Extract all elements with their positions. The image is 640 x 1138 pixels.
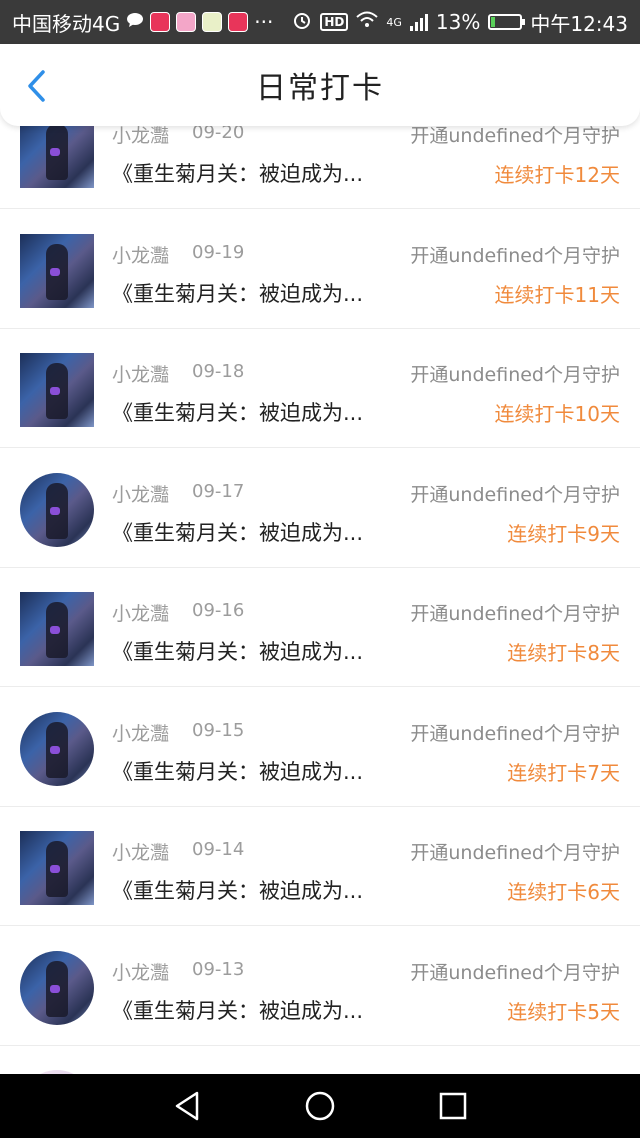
clock-label: 中午12:43 <box>530 11 628 36</box>
checkin-date: 09-13 <box>192 959 245 980</box>
list-item[interactable]: 小龙灩 09-13 开通undefined个月守护 《重生菊月关：被迫成为...… <box>0 927 640 1046</box>
hd-icon: HD <box>320 13 349 31</box>
status-right: HD 4G 13% 中午12:43 <box>292 8 628 37</box>
username: 小龙灩 <box>112 364 170 386</box>
network-type-label: 4G <box>386 15 402 29</box>
streak-count: 连续打卡6天 <box>507 880 620 904</box>
guard-status: 开通undefined个月守护 <box>410 962 620 984</box>
streak-count: 连续打卡8天 <box>507 641 620 665</box>
nav-home-button[interactable] <box>300 1086 340 1126</box>
avatar[interactable] <box>20 353 94 427</box>
avatar[interactable] <box>20 831 94 905</box>
checkin-date: 09-17 <box>192 481 245 502</box>
app-notification-icon <box>202 12 223 32</box>
guard-status: 开通undefined个月守护 <box>410 245 620 267</box>
book-title: 《重生菊月关：被迫成为... <box>112 282 364 306</box>
page-title: 日常打卡 <box>256 71 384 106</box>
triangle-back-icon <box>175 1091 198 1121</box>
divider <box>0 447 640 448</box>
username: 小龙灩 <box>112 484 170 506</box>
guard-status: 开通undefined个月守护 <box>410 723 620 745</box>
checkin-date: 09-16 <box>192 600 245 621</box>
avatar[interactable] <box>20 592 94 666</box>
wifi-icon <box>356 10 379 34</box>
chat-bubble-icon <box>126 12 144 33</box>
username: 小龙灩 <box>112 603 170 625</box>
username: 小龙灩 <box>112 723 170 745</box>
nav-back-button[interactable] <box>167 1086 207 1126</box>
guard-status: 开通undefined个月守护 <box>410 603 620 625</box>
list-item[interactable]: 小龙灩 09-19 开通undefined个月守护 《重生菊月关：被迫成为...… <box>0 210 640 329</box>
book-title: 《重生菊月关：被迫成为... <box>112 760 364 784</box>
app-notification-icon <box>228 12 249 32</box>
circle-home-icon <box>305 1091 335 1121</box>
streak-count: 连续打卡11天 <box>494 283 620 307</box>
more-notifications-icon: ··· <box>254 10 274 34</box>
app-notification-icon <box>150 12 171 32</box>
avatar[interactable] <box>20 473 94 547</box>
checkin-date: 09-15 <box>192 720 245 741</box>
guard-status: 开通undefined个月守护 <box>410 484 620 506</box>
list-item[interactable]: 小龙灩 09-18 开通undefined个月守护 《重生菊月关：被迫成为...… <box>0 329 640 448</box>
guard-status: 开通undefined个月守护 <box>410 364 620 386</box>
book-title: 《重生菊月关：被迫成为... <box>112 162 364 186</box>
book-title: 《重生菊月关：被迫成为... <box>112 401 364 425</box>
checkin-list[interactable]: 小龙灩 09-20 开通undefined个月守护 《重生菊月关：被迫成为...… <box>0 90 640 1074</box>
signal-icon <box>409 13 428 31</box>
list-item[interactable]: 小龙灩 09-17 开通undefined个月守护 《重生菊月关：被迫成为...… <box>0 449 640 568</box>
back-button[interactable] <box>18 66 54 106</box>
checkin-date: 09-18 <box>192 361 245 382</box>
streak-count: 连续打卡12天 <box>494 163 620 187</box>
streak-count: 连续打卡9天 <box>507 522 620 546</box>
book-title: 《重生菊月关：被迫成为... <box>112 640 364 664</box>
checkin-date: 09-19 <box>192 242 245 263</box>
checkin-date: 09-14 <box>192 839 245 860</box>
list-item[interactable]: 小龙灩 09-14 开通undefined个月守护 《重生菊月关：被迫成为...… <box>0 807 640 926</box>
system-nav-bar <box>0 1074 640 1138</box>
divider <box>0 208 640 209</box>
chevron-left-icon <box>28 70 45 102</box>
square-recent-icon <box>440 1092 467 1120</box>
divider <box>0 686 640 687</box>
streak-count: 连续打卡7天 <box>507 761 620 785</box>
book-title: 《重生菊月关：被迫成为... <box>112 999 364 1023</box>
list-item[interactable]: 小龙灩 09-16 开通undefined个月守护 《重生菊月关：被迫成为...… <box>0 568 640 687</box>
avatar[interactable] <box>20 234 94 308</box>
nav-recent-button[interactable] <box>433 1086 473 1126</box>
username: 小龙灩 <box>112 245 170 267</box>
username: 小龙灩 <box>112 962 170 984</box>
list-item[interactable]: 小龙灩 09-15 开通undefined个月守护 《重生菊月关：被迫成为...… <box>0 688 640 807</box>
alarm-icon <box>292 10 312 35</box>
streak-count: 连续打卡5天 <box>507 1000 620 1024</box>
battery-percent-label: 13% <box>435 10 481 34</box>
status-bar: 中国移动4G ··· HD 4G 13% 中午12:43 <box>0 0 640 44</box>
avatar[interactable] <box>20 951 94 1025</box>
book-title: 《重生菊月关：被迫成为... <box>112 521 364 545</box>
book-title: 《重生菊月关：被迫成为... <box>112 879 364 903</box>
camera-app-icon <box>176 12 197 32</box>
battery-icon <box>488 14 526 30</box>
divider <box>0 925 640 926</box>
avatar[interactable] <box>20 712 94 786</box>
page-header: 日常打卡 <box>0 44 640 126</box>
guard-status: 开通undefined个月守护 <box>410 842 620 864</box>
status-left: 中国移动4G ··· <box>12 8 292 37</box>
list-item[interactable] <box>0 1046 640 1074</box>
streak-count: 连续打卡10天 <box>494 402 620 426</box>
carrier-label: 中国移动4G <box>12 11 121 36</box>
username: 小龙灩 <box>112 842 170 864</box>
